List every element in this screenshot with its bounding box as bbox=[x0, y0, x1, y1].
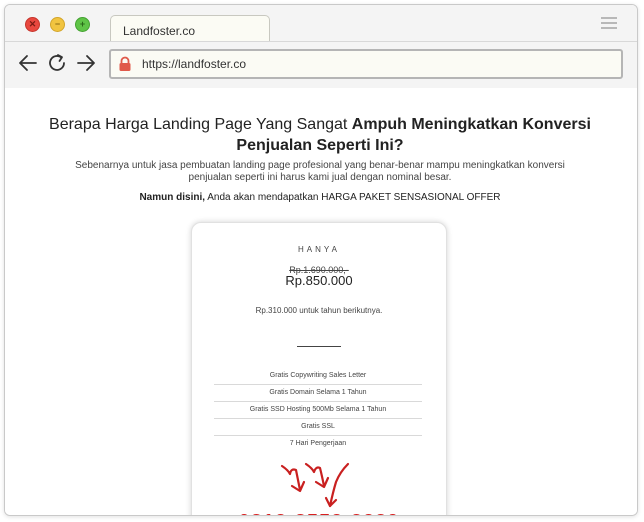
feature-item: Gratis Domain Selama 1 Tahun bbox=[214, 385, 422, 402]
close-icon[interactable]: ✕ bbox=[25, 17, 40, 32]
feature-item: 7 Hari Pengerjaan bbox=[289, 440, 347, 447]
headline-normal: Berapa Harga Landing Page Yang Sangat bbox=[49, 116, 352, 133]
menu-icon[interactable] bbox=[601, 17, 617, 30]
renewal-price: Rp.310.000 untuk tahun berikutnya. bbox=[255, 306, 383, 315]
reload-icon[interactable] bbox=[46, 52, 68, 74]
tab-title: Landfoster.co bbox=[123, 24, 196, 38]
pointing-arrows-icon bbox=[280, 462, 350, 508]
divider bbox=[297, 346, 341, 347]
feature-list: Gratis Copywriting Sales Letter Gratis D… bbox=[214, 368, 422, 452]
new-price: Rp.850.000 bbox=[285, 273, 353, 288]
feature-item: Gratis SSD Hosting 500Mb Selama 1 Tahun bbox=[214, 402, 422, 419]
maximize-icon[interactable]: + bbox=[75, 17, 90, 32]
pricing-card: HANYA Rp.1.690.000,- Rp.850.000 Rp.310.0… bbox=[191, 222, 447, 515]
back-arrow-icon[interactable] bbox=[17, 52, 39, 74]
offer-rest: Anda akan mendapatkan HARGA PAKET SENSAS… bbox=[205, 192, 501, 203]
page-subtext: Sebenarnya untuk jasa pembuatan landing … bbox=[75, 160, 565, 183]
minimize-icon[interactable]: − bbox=[50, 17, 65, 32]
url-text: https://landfoster.co bbox=[142, 57, 247, 71]
pricing-label: HANYA bbox=[298, 245, 340, 254]
feature-item: Gratis Copywriting Sales Letter bbox=[214, 368, 422, 385]
address-bar[interactable]: https://landfoster.co bbox=[109, 49, 623, 79]
title-bar: ✕ − + Landfoster.co bbox=[5, 5, 637, 43]
offer-line: Namun disini, Anda akan mendapatkan HARG… bbox=[45, 192, 595, 203]
feature-item: Gratis SSL bbox=[214, 419, 422, 436]
browser-toolbar: https://landfoster.co bbox=[5, 41, 637, 89]
forward-arrow-icon[interactable] bbox=[75, 52, 97, 74]
phone-number[interactable]: 0812-8552-3239 bbox=[192, 511, 446, 515]
page-headline: Berapa Harga Landing Page Yang Sangat Am… bbox=[45, 114, 595, 156]
browser-window: ✕ − + Landfoster.co https://landfoster.c… bbox=[4, 4, 638, 516]
browser-tab[interactable]: Landfoster.co bbox=[110, 15, 270, 43]
lock-icon bbox=[119, 56, 131, 71]
page-content: Berapa Harga Landing Page Yang Sangat Am… bbox=[5, 88, 637, 515]
offer-bold: Namun disini, bbox=[139, 192, 206, 203]
